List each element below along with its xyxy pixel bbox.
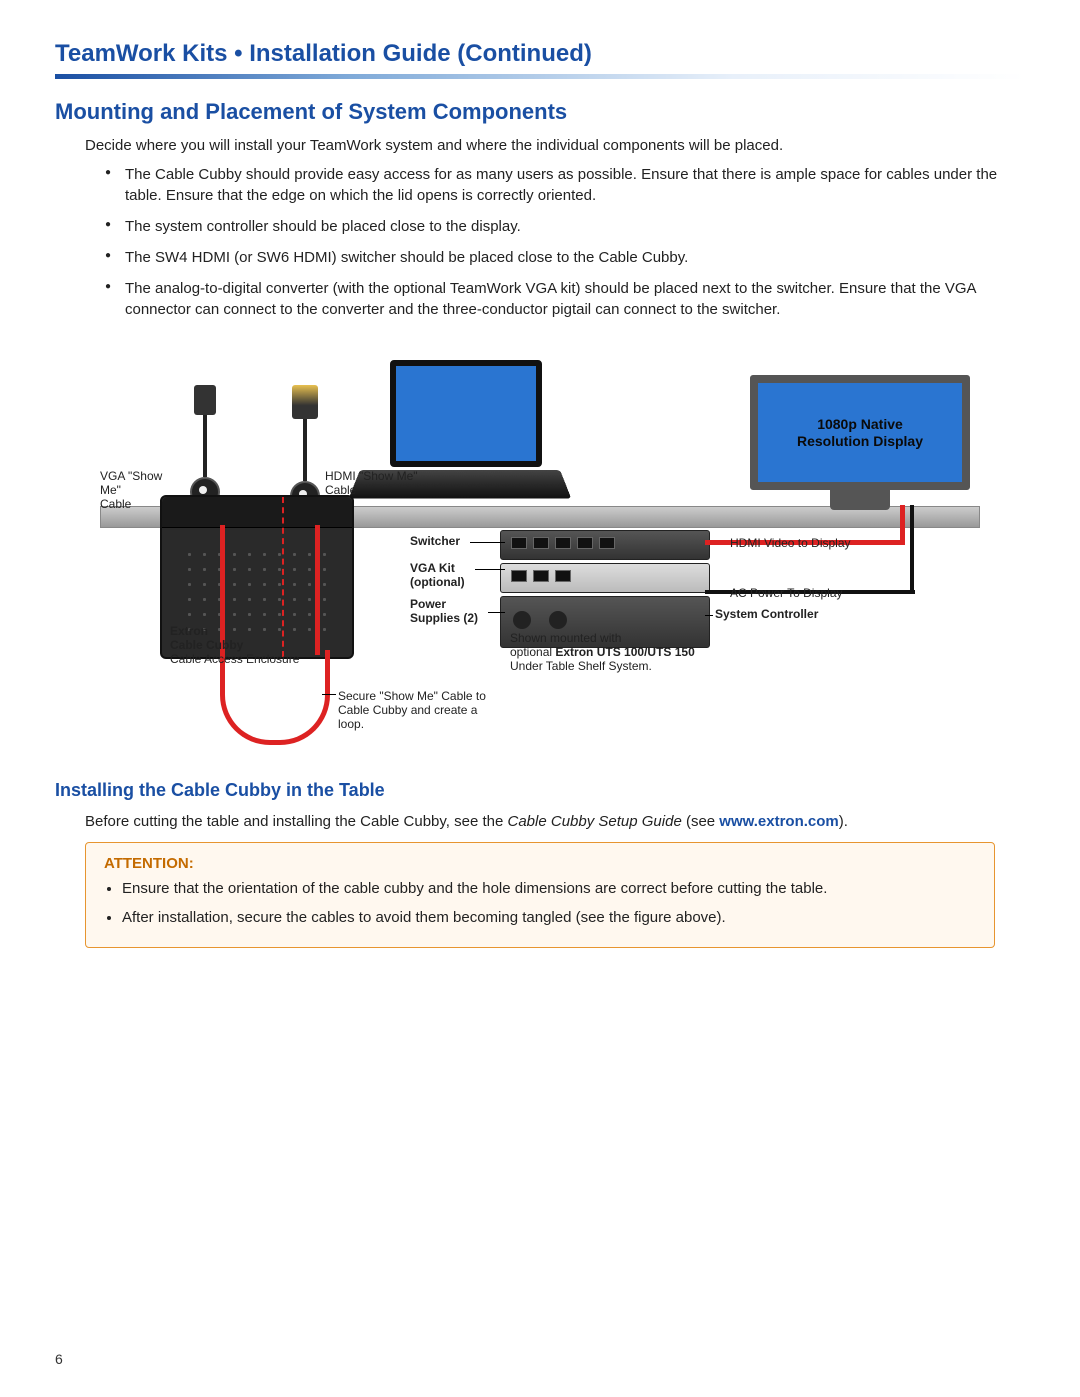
doc-title: TeamWork Kits • Installation Guide (Cont… bbox=[55, 40, 1025, 68]
main-bullet-list: The Cable Cubby should provide easy acce… bbox=[105, 164, 1025, 320]
extron-link[interactable]: www.extron.com bbox=[719, 813, 838, 830]
system-diagram: 1080p Native Resolution Display bbox=[100, 340, 980, 760]
hdmi-output-label: HDMI Video to Display bbox=[730, 537, 851, 551]
title-divider bbox=[55, 74, 1025, 79]
switcher-unit-icon bbox=[500, 530, 710, 560]
list-item: The Cable Cubby should provide easy acce… bbox=[105, 164, 1025, 206]
system-controller-label: System Controller bbox=[715, 608, 818, 622]
attention-box: ATTENTION: Ensure that the orientation o… bbox=[85, 842, 995, 948]
vga-kit-unit-icon bbox=[500, 563, 710, 593]
attention-item: After installation, secure the cables to… bbox=[122, 907, 976, 930]
hdmi-connector-icon bbox=[292, 385, 318, 419]
subsection-heading: Installing the Cable Cubby in the Table bbox=[55, 780, 1025, 801]
hdmi-show-me-cable bbox=[290, 385, 320, 511]
display-text-line2: Resolution Display bbox=[797, 433, 923, 449]
vga-cable-label: VGA "Show Me" Cable bbox=[100, 470, 180, 511]
page-number: 6 bbox=[55, 1351, 63, 1367]
section-heading: Mounting and Placement of System Compone… bbox=[55, 99, 1025, 125]
intro-text: Decide where you will install your TeamW… bbox=[85, 135, 1025, 156]
shelf-note: Shown mounted with optional Extron UTS 1… bbox=[510, 632, 720, 673]
hdmi-cable-label: HDMI "Show Me" Cable bbox=[325, 470, 425, 498]
vga-connector-icon bbox=[194, 385, 216, 415]
cable-cubby-label: Extron Cable Cubby Cable Access Enclosur… bbox=[170, 625, 299, 666]
attention-title: ATTENTION: bbox=[104, 855, 976, 872]
attention-item: Ensure that the orientation of the cable… bbox=[122, 878, 976, 901]
switcher-label: Switcher bbox=[410, 535, 460, 549]
display-text-line1: 1080p Native bbox=[817, 416, 903, 432]
display-icon: 1080p Native Resolution Display bbox=[750, 375, 970, 510]
list-item: The SW4 HDMI (or SW6 HDMI) switcher shou… bbox=[105, 247, 1025, 268]
sub-intro-text: Before cutting the table and installing … bbox=[85, 811, 1025, 832]
power-supplies-label: Power Supplies (2) bbox=[410, 598, 478, 639]
list-item: The system controller should be placed c… bbox=[105, 216, 1025, 237]
list-item: The analog-to-digital converter (with th… bbox=[105, 278, 1025, 320]
vga-show-me-cable bbox=[190, 385, 220, 507]
ac-power-label: AC Power To Display bbox=[730, 587, 843, 601]
secure-cable-note: Secure "Show Me" Cable to Cable Cubby an… bbox=[338, 690, 488, 731]
